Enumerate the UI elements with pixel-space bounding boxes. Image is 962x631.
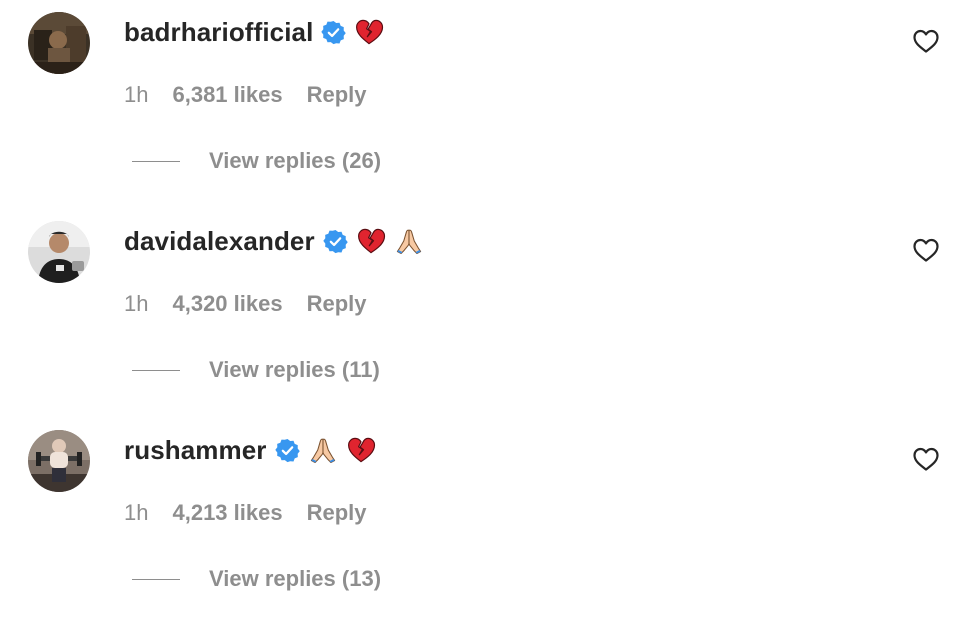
comment-item: rushammer 1h 4,213 likes Reply View repl… — [0, 418, 962, 627]
timestamp: 1h — [124, 291, 149, 316]
comment-item: badrhariofficial 1h 6,381 likes Reply Vi… — [0, 0, 962, 209]
comment-header: rushammer — [124, 432, 376, 468]
reply-button[interactable]: Reply — [307, 291, 367, 317]
username[interactable]: davidalexander — [124, 226, 315, 257]
avatar-photo-icon — [28, 221, 90, 283]
folded-hands-icon — [308, 435, 338, 465]
avatar-photo-icon — [28, 12, 90, 74]
username[interactable]: badrhariofficial — [124, 17, 313, 48]
heart-outline-icon[interactable] — [912, 237, 940, 263]
avatar[interactable] — [28, 221, 90, 283]
replies-divider — [132, 160, 180, 162]
view-replies-button[interactable]: View replies (26) — [132, 145, 381, 177]
comment-meta: 1h 4,320 likes Reply — [124, 289, 367, 319]
heart-outline-icon[interactable] — [912, 28, 940, 54]
avatar[interactable] — [28, 12, 90, 74]
comment-thread: badrhariofficial 1h 6,381 likes Reply Vi… — [0, 0, 962, 631]
username[interactable]: rushammer — [124, 435, 267, 466]
timestamp: 1h — [124, 82, 149, 107]
broken-heart-icon — [346, 435, 376, 465]
avatar-photo-icon — [28, 430, 90, 492]
verified-badge-icon — [321, 20, 346, 45]
view-replies-button[interactable]: View replies (11) — [132, 354, 380, 386]
verified-badge-icon — [275, 438, 300, 463]
likes-count[interactable]: 4,213 likes — [172, 500, 282, 526]
timestamp: 1h — [124, 500, 149, 525]
likes-count[interactable]: 6,381 likes — [172, 82, 282, 108]
replies-divider — [132, 369, 180, 371]
reply-button[interactable]: Reply — [307, 82, 367, 108]
comment-meta: 1h 4,213 likes Reply — [124, 498, 367, 528]
comment-header: davidalexander — [124, 223, 424, 259]
view-replies-label: View replies (13) — [209, 566, 382, 591]
heart-outline-icon[interactable] — [912, 446, 940, 472]
verified-badge-icon — [323, 229, 348, 254]
view-replies-button[interactable]: View replies (13) — [132, 563, 381, 595]
broken-heart-icon — [354, 17, 384, 47]
replies-divider — [132, 578, 180, 580]
broken-heart-icon — [356, 226, 386, 256]
view-replies-label: View replies (26) — [209, 148, 382, 173]
avatar[interactable] — [28, 430, 90, 492]
comment-meta: 1h 6,381 likes Reply — [124, 80, 367, 110]
likes-count[interactable]: 4,320 likes — [172, 291, 282, 317]
reply-button[interactable]: Reply — [307, 500, 367, 526]
comment-item: davidalexander 1h 4,320 likes Reply View… — [0, 209, 962, 418]
comment-header: badrhariofficial — [124, 14, 384, 50]
folded-hands-icon — [394, 226, 424, 256]
view-replies-label: View replies (11) — [209, 357, 380, 382]
